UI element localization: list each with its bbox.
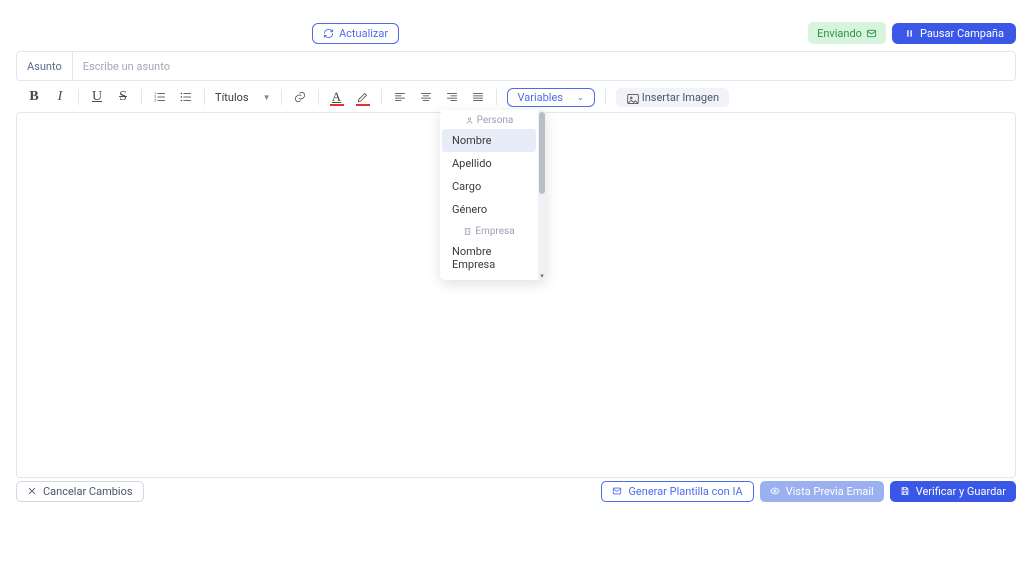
variables-button-label: Variables [518,91,564,104]
bold-button[interactable]: B [26,89,42,105]
pause-icon [904,28,915,39]
variable-item-nombre[interactable]: Nombre [442,129,536,152]
insert-image-label: Insertar Imagen [642,91,719,104]
highlight-button[interactable] [355,89,371,105]
header-right: Enviando Pausar Campaña [808,22,1016,44]
subject-label: Asunto [17,52,73,80]
refresh-icon [323,28,334,39]
text-color-button[interactable]: A [329,89,345,105]
scroll-down-icon[interactable]: ▾ [538,272,546,280]
dropdown-section-title: Empresa [475,226,514,237]
generate-ai-label: Generar Plantilla con IA [628,485,742,498]
variables-dropdown: Persona Nombre Apellido Cargo Género Emp… [440,110,546,280]
align-left-button[interactable] [392,89,408,105]
update-button-wrap: Actualizar [312,23,399,44]
align-justify-button[interactable] [470,89,486,105]
chevron-down-icon: ⌄ [577,93,584,102]
subject-input[interactable] [73,60,1015,73]
building-icon [463,227,472,236]
headings-select-label: Títulos [215,91,249,104]
variable-item-cargo[interactable]: Cargo [442,175,536,198]
align-center-button[interactable] [418,89,434,105]
underline-button[interactable]: U [89,89,105,105]
status-badge-label: Enviando [817,27,862,40]
scrollbar-thumb[interactable] [539,112,545,194]
pause-campaign-button[interactable]: Pausar Campaña [892,23,1016,44]
footer-actions: Cancelar Cambios Generar Plantilla con I… [16,481,1016,502]
status-badge: Enviando [808,22,886,44]
align-right-button[interactable] [444,89,460,105]
dropdown-section-header: Persona [440,110,538,129]
image-icon [626,92,637,103]
variable-item-nombre-empresa[interactable]: Nombre Empresa [442,240,536,276]
dropdown-scrollbar[interactable]: ▾ [538,110,546,280]
eye-icon [770,486,781,497]
save-icon [900,486,911,497]
generate-ai-button[interactable]: Generar Plantilla con IA [601,481,753,502]
mail-icon [866,28,877,39]
headings-select[interactable]: Títulos ▼ [215,91,271,104]
subject-row: Asunto [16,51,1016,81]
dropdown-section-header: Empresa [440,221,538,240]
italic-button[interactable]: I [52,89,68,105]
update-button[interactable]: Actualizar [312,23,399,44]
insert-image-button[interactable]: Insertar Imagen [616,88,729,107]
unordered-list-button[interactable] [178,89,194,105]
update-button-label: Actualizar [339,27,388,40]
ordered-list-button[interactable]: 123 [152,89,168,105]
variable-item-genero[interactable]: Género [442,198,536,221]
svg-text:3: 3 [154,99,156,103]
verify-save-label: Verificar y Guardar [916,485,1006,498]
close-icon [27,486,38,497]
preview-email-label: Vista Previa Email [786,485,874,498]
preview-email-button[interactable]: Vista Previa Email [760,481,884,502]
link-button[interactable] [292,89,308,105]
variables-button[interactable]: Variables ⌄ [507,88,595,107]
strikethrough-button[interactable]: S [115,89,131,105]
cancel-button[interactable]: Cancelar Cambios [16,481,144,502]
cancel-button-label: Cancelar Cambios [43,485,133,498]
editor-toolbar: B I U S 123 Títulos ▼ A [16,86,1016,108]
variable-item-apellido[interactable]: Apellido [442,152,536,175]
person-icon [465,116,474,125]
dropdown-section-title: Persona [477,115,514,126]
caret-down-icon: ▼ [263,93,271,102]
pause-campaign-label: Pausar Campaña [920,27,1004,40]
verify-save-button[interactable]: Verificar y Guardar [890,481,1016,502]
mail-icon [612,486,623,497]
